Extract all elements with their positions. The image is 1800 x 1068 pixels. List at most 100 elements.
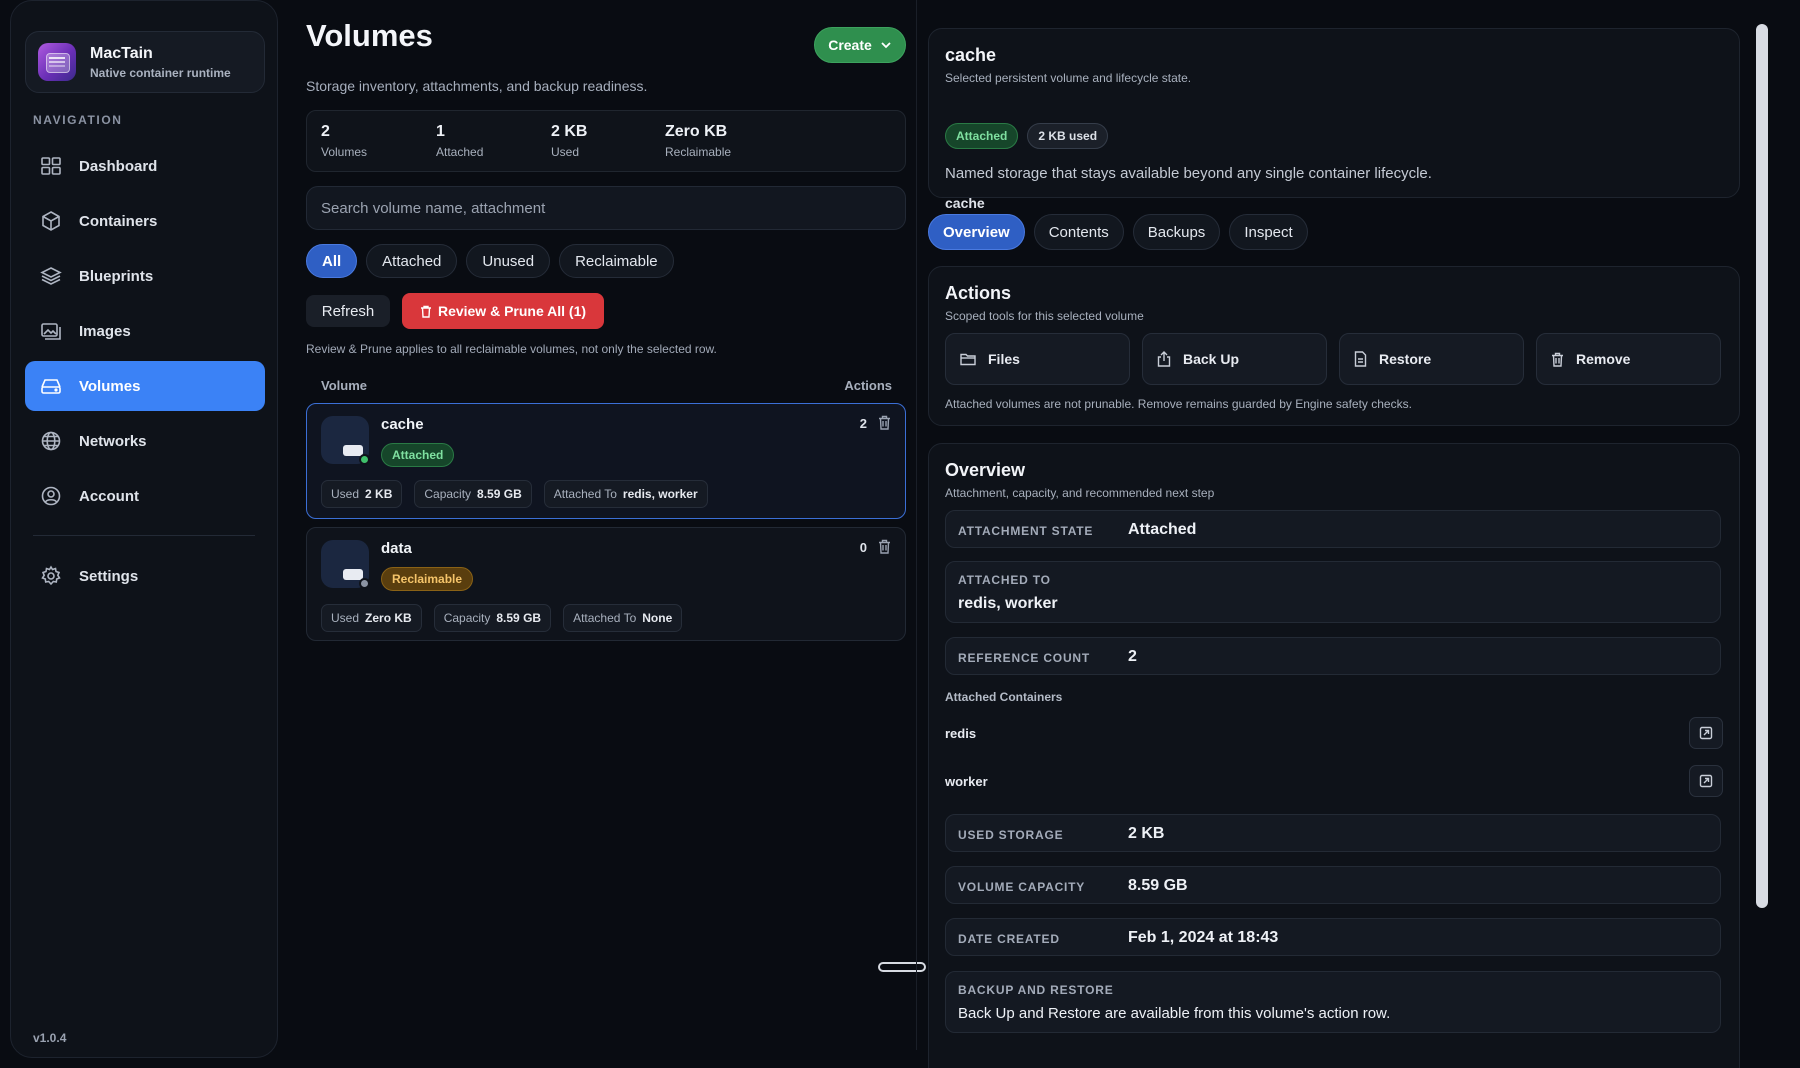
overview-subtitle: Attachment, capacity, and recommended ne… bbox=[945, 486, 1215, 500]
stat-value: 2 KB bbox=[551, 123, 588, 140]
attachment-state-row: ATTACHMENT STATE Attached bbox=[945, 510, 1721, 548]
detail-header-card: cache Selected persistent volume and lif… bbox=[928, 28, 1740, 211]
nav-item-settings[interactable]: Settings bbox=[25, 551, 265, 601]
actions-title: Actions bbox=[945, 283, 1012, 303]
nav-item-blueprints[interactable]: Blueprints bbox=[25, 251, 265, 301]
app-version: v1.0.4 bbox=[33, 1031, 67, 1045]
globe-icon bbox=[39, 429, 63, 453]
tab-overview[interactable]: Overview bbox=[928, 214, 1025, 250]
filter-chips: All Attached Unused Reclaimable bbox=[306, 244, 674, 278]
chevron-down-icon bbox=[881, 42, 891, 49]
refresh-button[interactable]: Refresh bbox=[306, 295, 390, 327]
nav-item-containers[interactable]: Containers bbox=[25, 196, 265, 246]
delete-volume-button[interactable] bbox=[878, 539, 891, 559]
trash-icon bbox=[1552, 352, 1563, 367]
panel-divider[interactable] bbox=[916, 0, 917, 1050]
kv-value: Back Up and Restore are available from t… bbox=[958, 1005, 1391, 1022]
file-icon bbox=[1354, 351, 1367, 367]
app-name: MacTain bbox=[90, 44, 153, 62]
nav-item-volumes[interactable]: Volumes bbox=[25, 361, 265, 411]
folder-icon bbox=[960, 353, 976, 366]
drive-icon bbox=[39, 374, 63, 398]
stat-attached: 1 Attached bbox=[436, 123, 483, 159]
sidebar: MacTain Native container runtime NAVIGAT… bbox=[10, 0, 278, 1058]
stat-volumes: 2 Volumes bbox=[321, 123, 367, 159]
kv-label: REFERENCE COUNT bbox=[958, 651, 1091, 665]
kv-value: Feb 1, 2024 at 18:43 bbox=[1128, 929, 1279, 946]
images-icon bbox=[39, 319, 63, 343]
trash-icon bbox=[879, 415, 890, 430]
tab-backups[interactable]: Backups bbox=[1132, 214, 1221, 250]
nav-item-networks[interactable]: Networks bbox=[25, 416, 265, 466]
nav-item-images[interactable]: Images bbox=[25, 306, 265, 356]
open-container-button[interactable] bbox=[1689, 717, 1723, 749]
backup-restore-row: BACKUP AND RESTORE Back Up and Restore a… bbox=[945, 971, 1721, 1033]
files-button[interactable]: Files bbox=[945, 333, 1130, 385]
stat-value: 2 bbox=[321, 123, 330, 140]
trash-icon bbox=[879, 539, 890, 554]
kv-label: DATE CREATED bbox=[958, 932, 1060, 946]
attached-to-row: ATTACHED TO redis, worker bbox=[945, 561, 1721, 623]
meta-used: Used 2 KB bbox=[321, 480, 403, 508]
tab-inspect[interactable]: Inspect bbox=[1229, 214, 1308, 250]
filter-unused[interactable]: Unused bbox=[466, 244, 551, 278]
actions-subtitle: Scoped tools for this selected volume bbox=[945, 309, 1144, 323]
kv-label: ATTACHED TO bbox=[958, 573, 1051, 587]
nav-label: Blueprints bbox=[79, 267, 154, 285]
nav-heading: NAVIGATION bbox=[33, 113, 123, 127]
tab-contents[interactable]: Contents bbox=[1033, 214, 1124, 250]
volume-row-cache[interactable]: cache Attached 2 Used 2 KB Capacity 8.59 G… bbox=[306, 403, 906, 519]
nav-item-dashboard[interactable]: Dashboard bbox=[25, 141, 265, 191]
restore-button[interactable]: Restore bbox=[1339, 333, 1524, 385]
meta-used: Used Zero KB bbox=[321, 604, 422, 632]
overview-title: Overview bbox=[945, 460, 1026, 480]
upload-icon bbox=[1157, 351, 1171, 367]
main-nav: Dashboard Containers Blueprints Images V… bbox=[25, 141, 265, 526]
vertical-scrollbar[interactable] bbox=[1756, 24, 1768, 908]
kv-value: 2 KB bbox=[1128, 825, 1165, 842]
restore-label: Restore bbox=[1379, 351, 1432, 367]
kv-label: ATTACHMENT STATE bbox=[958, 524, 1094, 538]
volumes-panel: Volumes Create Storage inventory, attach… bbox=[306, 0, 926, 1068]
filter-attached[interactable]: Attached bbox=[366, 244, 458, 278]
delete-volume-button[interactable] bbox=[878, 415, 891, 435]
remove-button[interactable]: Remove bbox=[1536, 333, 1721, 385]
dashboard-icon bbox=[39, 154, 63, 178]
volume-ref-count: 0 bbox=[859, 540, 867, 555]
volume-name: cache bbox=[381, 416, 424, 433]
status-badge: Attached bbox=[945, 123, 1019, 149]
nav-divider bbox=[33, 535, 255, 536]
kv-value: 2 bbox=[1128, 648, 1137, 665]
detail-pills: Attached 2 KB used bbox=[945, 123, 1109, 149]
detail-tabs: Overview Contents Backups Inspect bbox=[928, 214, 1308, 250]
volume-row-data[interactable]: data Reclaimable 0 Used Zero KB Capacity 8… bbox=[306, 527, 906, 641]
back-up-button[interactable]: Back Up bbox=[1142, 333, 1327, 385]
nav-label: Settings bbox=[79, 567, 139, 585]
volume-detail-panel: cache Selected persistent volume and lif… bbox=[928, 0, 1740, 1068]
used-badge: 2 KB used bbox=[1027, 123, 1109, 149]
user-icon bbox=[39, 484, 63, 508]
create-label: Create bbox=[828, 37, 872, 53]
kv-value: redis, worker bbox=[958, 595, 1058, 612]
back-up-label: Back Up bbox=[1183, 351, 1240, 367]
layers-icon bbox=[39, 264, 63, 288]
actions-note: Attached volumes are not prunable. Remov… bbox=[945, 397, 1412, 411]
kv-value: 8.59 GB bbox=[1128, 877, 1188, 894]
prune-all-button[interactable]: Review & Prune All (1) bbox=[402, 293, 604, 329]
filter-all[interactable]: All bbox=[306, 244, 358, 278]
create-button[interactable]: Create bbox=[814, 27, 906, 63]
filter-reclaimable[interactable]: Reclaimable bbox=[559, 244, 674, 278]
horizontal-scrollbar[interactable] bbox=[878, 962, 926, 972]
nav-item-account[interactable]: Account bbox=[25, 471, 265, 521]
kv-value: Attached bbox=[1128, 521, 1197, 538]
nav-label: Account bbox=[79, 487, 139, 505]
column-actions: Actions bbox=[844, 378, 892, 393]
app-brand[interactable]: MacTain Native container runtime bbox=[25, 31, 265, 93]
nav-label: Images bbox=[79, 322, 131, 340]
search-input[interactable]: Search volume name, attachment bbox=[306, 186, 906, 230]
open-container-button[interactable] bbox=[1689, 765, 1723, 797]
meta-capacity: Capacity 8.59 GB bbox=[414, 480, 532, 508]
files-label: Files bbox=[988, 351, 1020, 367]
status-badge: Reclaimable bbox=[381, 567, 474, 591]
page-title: Volumes bbox=[306, 18, 433, 53]
